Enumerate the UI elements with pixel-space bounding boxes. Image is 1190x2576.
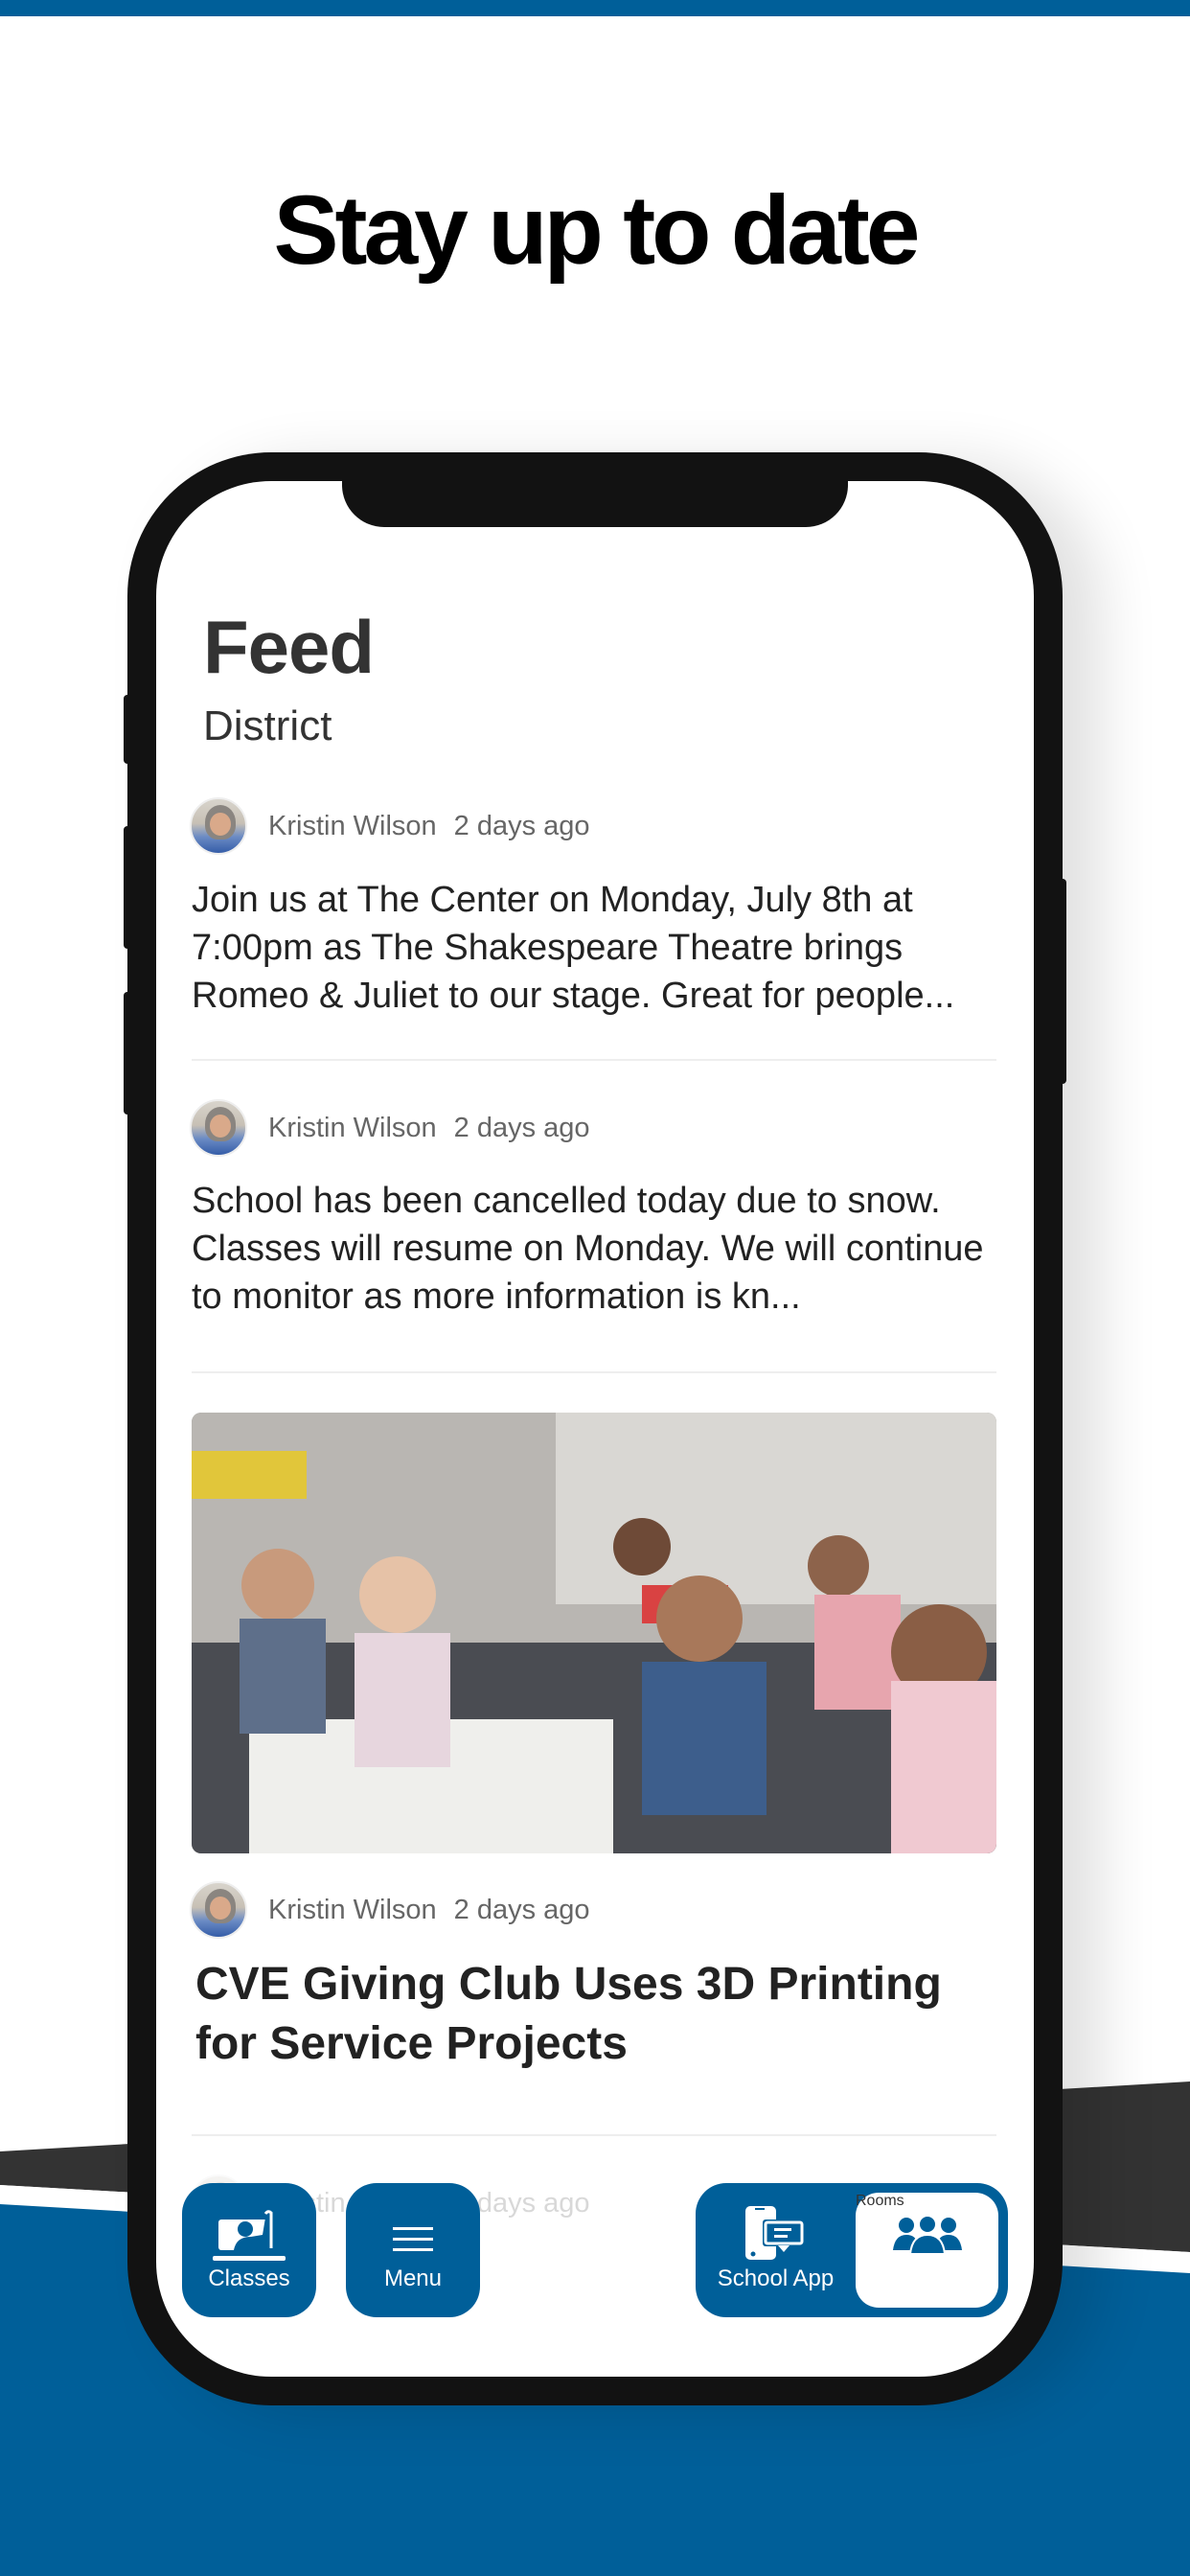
group-icon [892, 2216, 962, 2254]
hamburger-icon [393, 2227, 433, 2251]
avatar[interactable] [190, 1099, 247, 1157]
post-meta: Kristin Wilson 2 days ago [190, 796, 590, 856]
nav-segmented-control: School App Rooms [696, 2183, 1008, 2317]
avatar[interactable] [190, 797, 247, 855]
nav-rooms-button[interactable]: Rooms [856, 2193, 998, 2308]
post-meta: Kristin Wilson 2 days ago [190, 1098, 590, 1158]
nav-rooms-label: Rooms [856, 2193, 904, 2209]
post-image[interactable] [192, 1413, 996, 1853]
raised-hand-icon [213, 2210, 286, 2261]
feed-title: Feed [203, 605, 375, 689]
post-body[interactable]: School has been cancelled today due to s… [192, 1177, 996, 1321]
post-headline[interactable]: CVE Giving Club Uses 3D Printing for Ser… [195, 1955, 1000, 2074]
nav-menu-button[interactable]: Menu [346, 2183, 480, 2317]
post-divider [192, 1371, 996, 1373]
post-divider [192, 1059, 996, 1061]
nav-menu-label: Menu [383, 2266, 443, 2291]
post-meta: Kristin Wilson 2 days ago [190, 1880, 590, 1940]
post-time: 2 days ago [453, 1894, 590, 1925]
post-author: Kristin Wilson [268, 1112, 437, 1143]
post-time: 2 days ago [453, 1112, 590, 1143]
post-author: Kristin Wilson [268, 1894, 437, 1925]
top-accent-bar [0, 0, 1190, 16]
phone-side-button-volume-down [124, 992, 131, 1115]
post-author: Kristin Wilson [268, 810, 437, 841]
page-headline: Stay up to date [273, 175, 920, 285]
nav-classes-button[interactable]: Classes [182, 2183, 316, 2317]
nav-school-app-label: School App [717, 2266, 835, 2291]
phone-side-button-power [1059, 879, 1066, 1084]
post-time: 2 days ago [453, 810, 590, 841]
phone-side-button-volume-up [124, 826, 131, 949]
classroom-photo [192, 1413, 996, 1853]
post-divider [192, 2134, 996, 2136]
nav-classes-label: Classes [208, 2266, 290, 2291]
avatar[interactable] [190, 1881, 247, 1939]
feed-subtitle[interactable]: District [203, 700, 332, 753]
phone-side-button-mute [124, 695, 131, 764]
phone-notch [342, 481, 848, 527]
phone-message-icon [744, 2206, 805, 2260]
post-body[interactable]: Join us at The Center on Monday, July 8t… [192, 876, 996, 1020]
nav-school-app-button[interactable]: School App [696, 2183, 856, 2317]
